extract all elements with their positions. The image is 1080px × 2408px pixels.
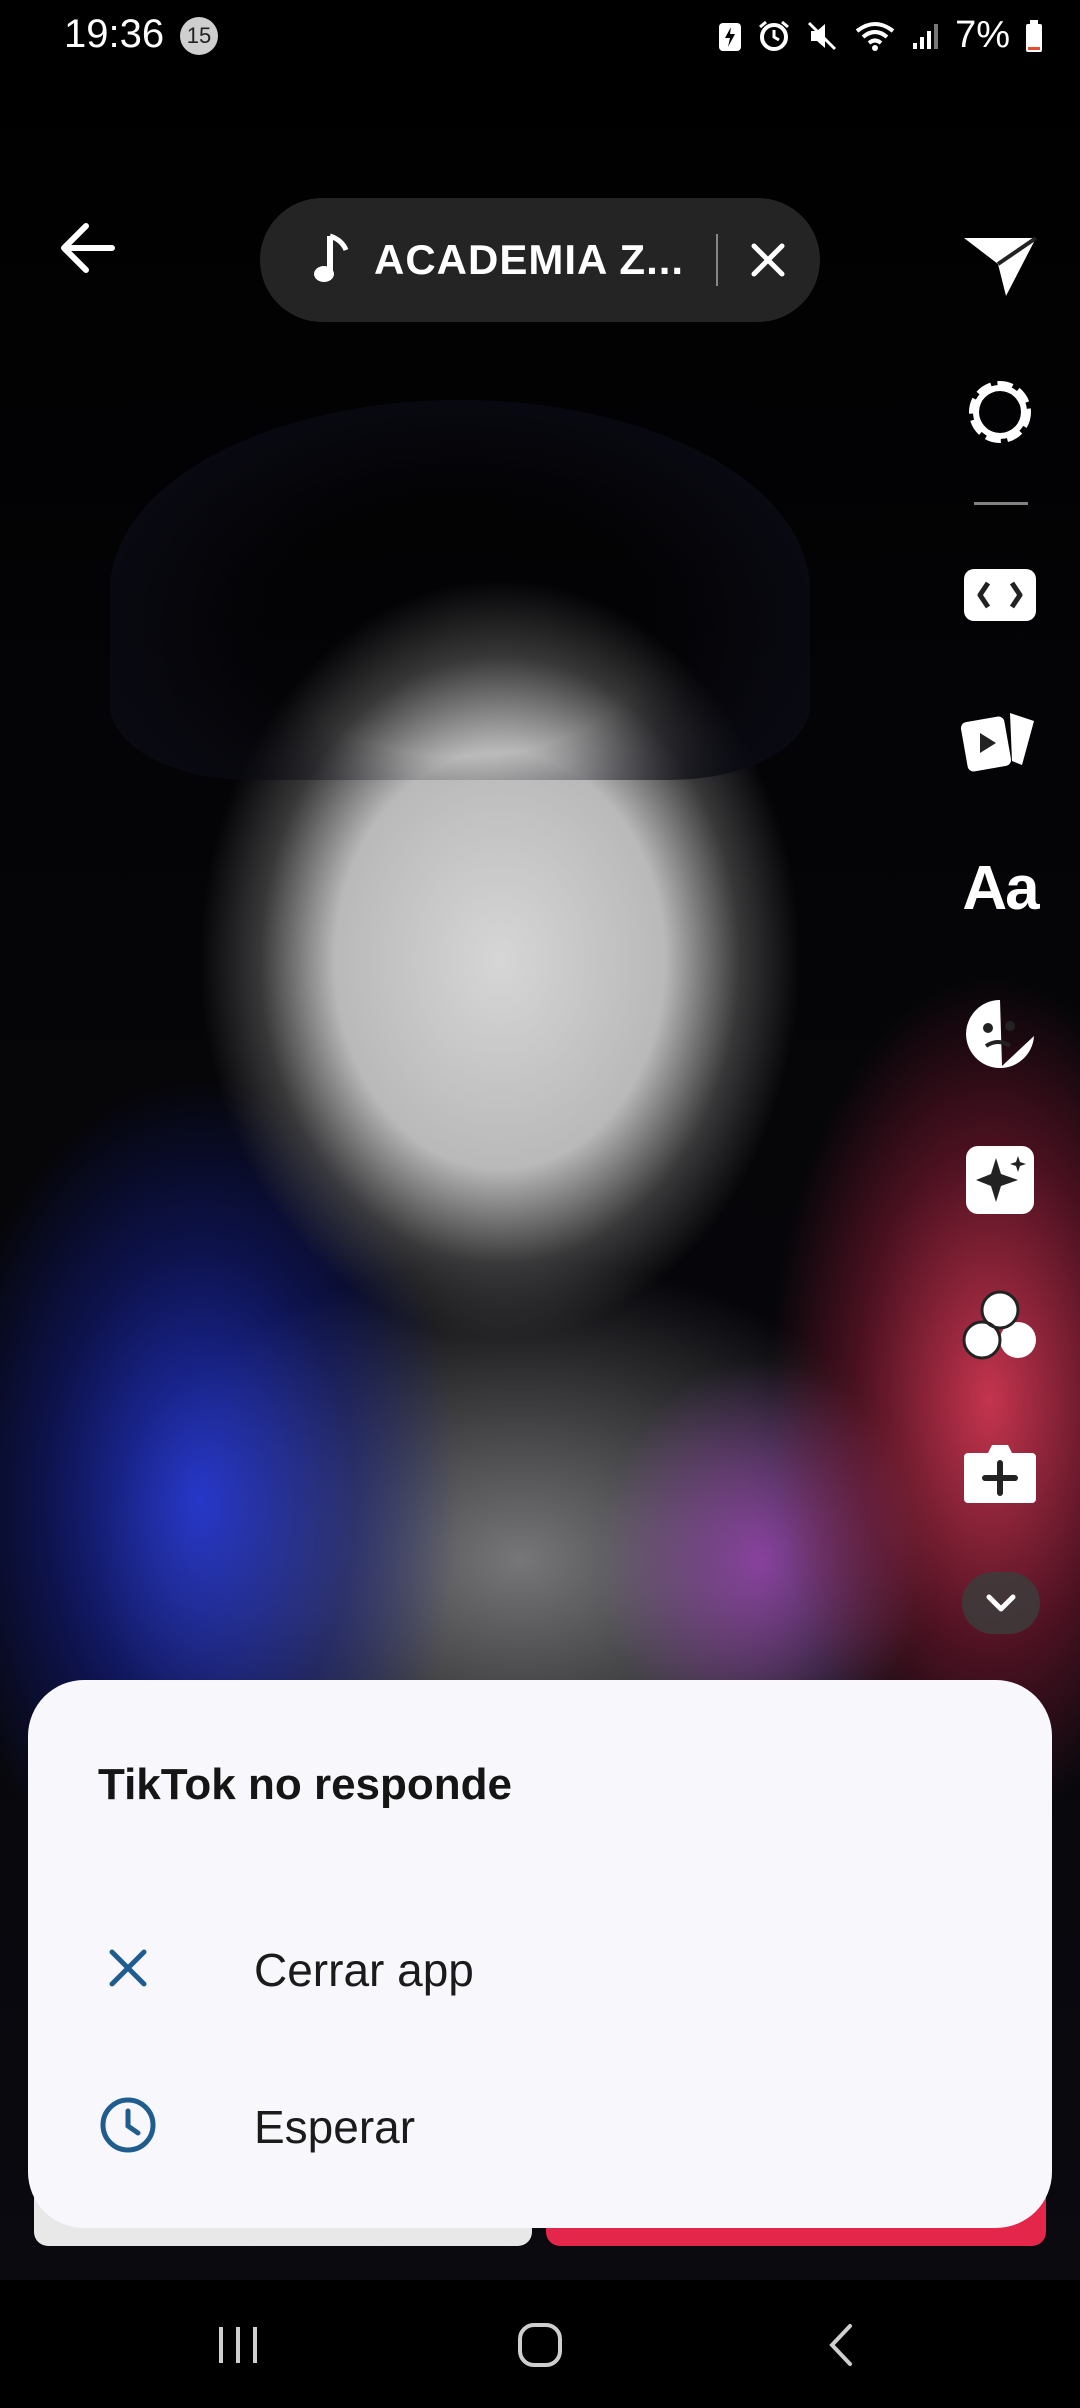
chevron-down-icon: [986, 1594, 1016, 1612]
send-button[interactable]: [950, 216, 1050, 316]
sticker-icon: [966, 1000, 1034, 1068]
templates-icon: [960, 713, 1034, 772]
back-nav-button[interactable]: [802, 2310, 882, 2380]
close-icon: [751, 243, 785, 277]
clock-icon: [100, 2097, 156, 2153]
add-clip-icon: [964, 1445, 1036, 1503]
add-clip-button[interactable]: [950, 1422, 1050, 1522]
home-icon: [518, 2323, 562, 2367]
signal-icon: [913, 23, 939, 49]
settings-icon: [969, 381, 1031, 443]
templates-button[interactable]: [950, 690, 1050, 790]
alarm-icon: [759, 20, 790, 51]
filters-icon: [962, 1290, 1036, 1360]
effects-button[interactable]: [950, 1130, 1050, 1230]
close-icon: [109, 1949, 147, 1987]
battery-icon: [1026, 19, 1042, 52]
close-app-label: Cerrar app: [254, 1944, 474, 1996]
effects-icon: [966, 1146, 1034, 1214]
more-tools-button[interactable]: [962, 1572, 1040, 1634]
back-button[interactable]: [56, 216, 120, 280]
arrow-left-icon: [61, 223, 115, 273]
status-time: 19:36: [64, 12, 165, 56]
wait-option[interactable]: Esperar: [28, 2060, 1052, 2190]
navigation-bar: [0, 2280, 1080, 2408]
battery-saver-icon: [719, 22, 742, 51]
dialog-title: TikTok no responde: [98, 1760, 512, 1809]
preview-shading: [110, 400, 810, 780]
mute-icon: [808, 21, 837, 50]
remove-music-button[interactable]: [744, 236, 792, 284]
toolbar-divider: [974, 502, 1028, 505]
status-bar: 19:36 15 7%: [0, 0, 1080, 70]
recent-apps-button[interactable]: [198, 2310, 278, 2380]
music-note-icon: [314, 233, 349, 282]
chevron-left-icon: [829, 2324, 852, 2366]
text-tool-button[interactable]: Aa: [950, 838, 1050, 938]
close-app-option[interactable]: Cerrar app: [28, 1903, 1052, 2033]
battery-percent: 7%: [955, 14, 1010, 56]
music-divider: [716, 234, 718, 286]
wait-label: Esperar: [254, 2101, 416, 2153]
flip-icon: [964, 569, 1036, 621]
music-selector[interactable]: ACADEMIA Z...: [260, 198, 820, 322]
recent-apps-icon: [219, 2327, 257, 2363]
music-title: ACADEMIA Z...: [374, 236, 685, 283]
filters-button[interactable]: [950, 1276, 1050, 1376]
wifi-icon: [855, 21, 895, 51]
settings-button[interactable]: [950, 362, 1050, 462]
app-not-responding-dialog: TikTok no responde Cerrar app Esperar: [28, 1680, 1052, 2228]
status-icons: 7%: [717, 14, 1044, 57]
send-icon: [964, 236, 1038, 296]
flip-button[interactable]: [950, 545, 1050, 645]
home-button[interactable]: [500, 2310, 580, 2380]
sticker-button[interactable]: [950, 984, 1050, 1084]
notification-count-badge: 15: [180, 17, 218, 55]
